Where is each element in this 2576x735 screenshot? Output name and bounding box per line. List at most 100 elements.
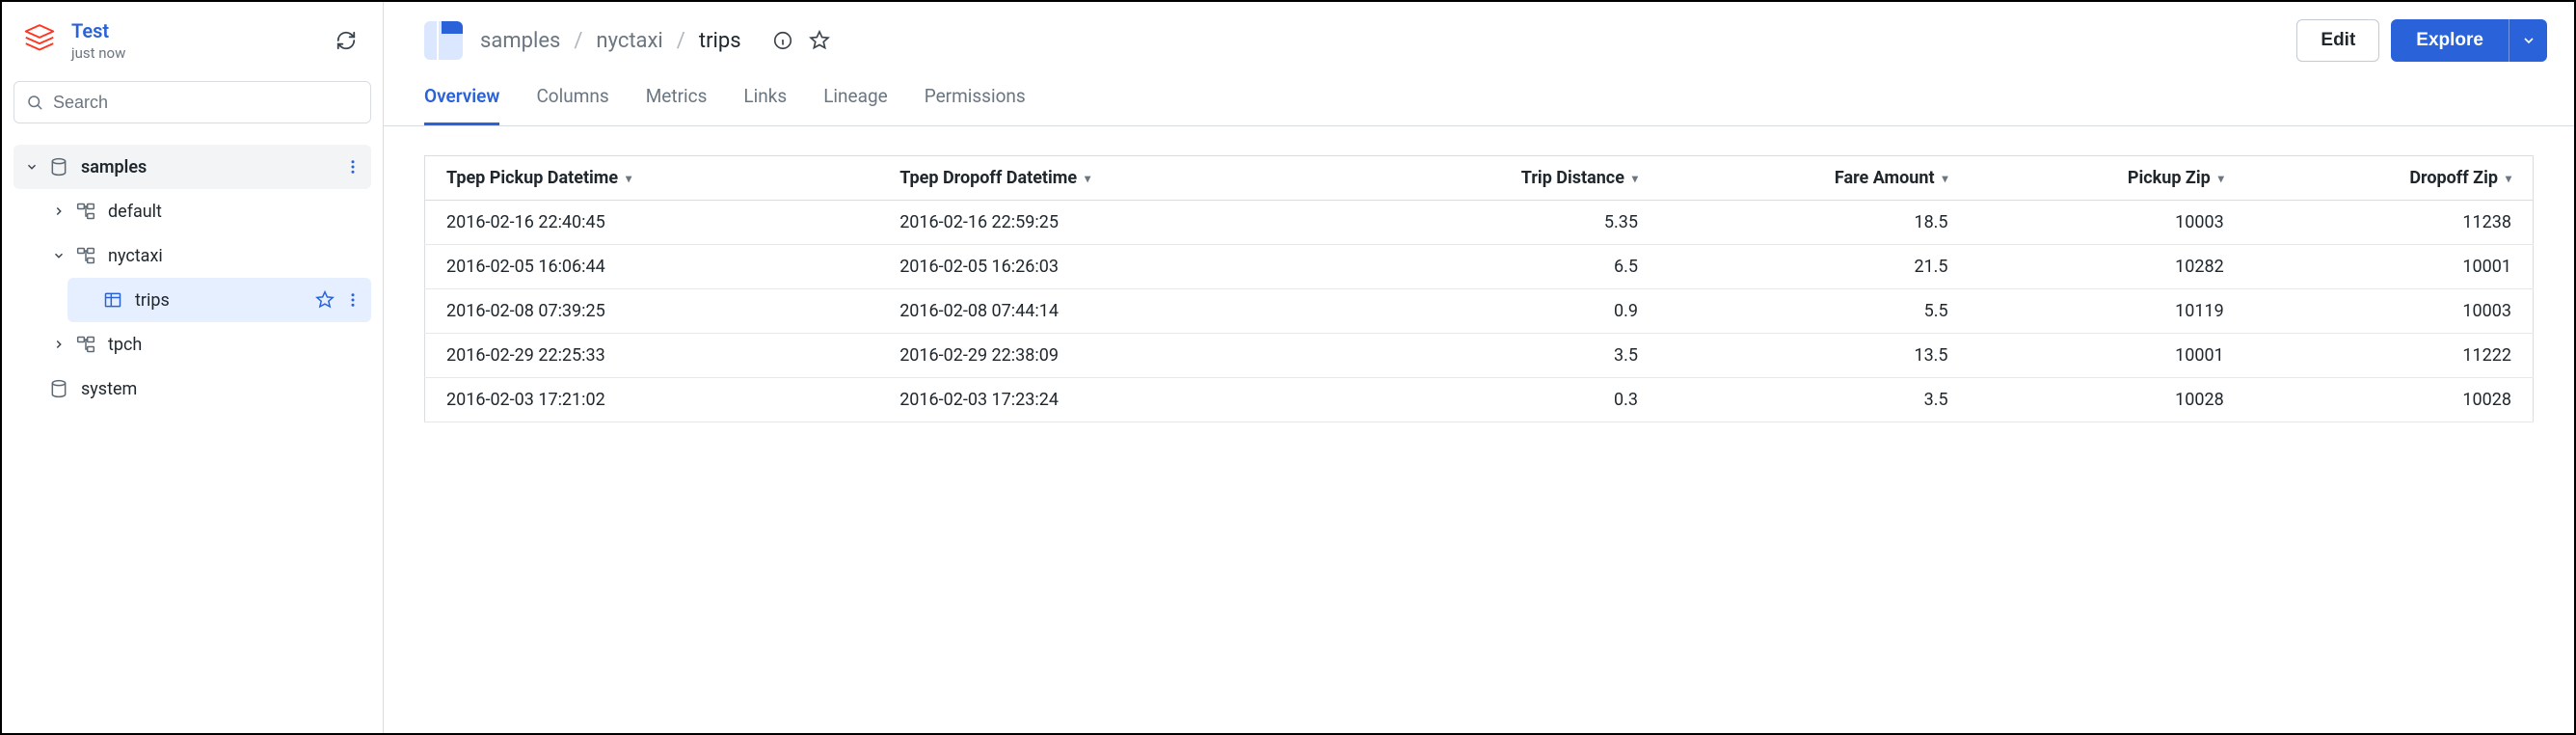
- cell-pickup: 2016-02-08 07:39:25: [425, 289, 879, 334]
- search-icon: [26, 94, 43, 111]
- tree-item-samples[interactable]: samples: [13, 145, 371, 189]
- search-box[interactable]: [13, 81, 371, 123]
- cell-pzip: 10003: [1970, 201, 2245, 245]
- crumb-nyctaxi[interactable]: nyctaxi: [596, 29, 662, 53]
- star-outline-icon[interactable]: [315, 290, 335, 310]
- brand-text: Test just now: [71, 19, 125, 62]
- cell-pickup: 2016-02-05 16:06:44: [425, 245, 879, 289]
- workspace-subtitle: just now: [71, 44, 125, 62]
- cell-pickup: 2016-02-29 22:25:33: [425, 334, 879, 378]
- table-icon: [100, 290, 125, 310]
- tab-overview[interactable]: Overview: [424, 85, 499, 125]
- tree-item-label: samples: [81, 157, 344, 177]
- databricks-logo-icon: [21, 22, 58, 59]
- crumb-samples[interactable]: samples: [480, 29, 560, 53]
- col-header-dropoff[interactable]: Tpep Dropoff Datetime▾: [878, 156, 1342, 201]
- tree-item-label: trips: [135, 290, 315, 311]
- cell-distance: 3.5: [1342, 334, 1659, 378]
- explore-button-group: Explore: [2391, 19, 2547, 62]
- tab-lineage[interactable]: Lineage: [823, 85, 888, 125]
- sort-caret-icon: ▾: [1943, 172, 1948, 185]
- tree-item-label: nyctaxi: [108, 246, 362, 266]
- kebab-menu-icon[interactable]: [344, 158, 362, 176]
- col-header-fare[interactable]: Fare Amount▾: [1659, 156, 1970, 201]
- cell-pickup: 2016-02-03 17:21:02: [425, 378, 879, 422]
- database-icon: [46, 379, 71, 398]
- catalog-tree: samples default nycta: [2, 139, 383, 411]
- cell-pickup: 2016-02-16 22:40:45: [425, 201, 879, 245]
- cell-dzip: 10001: [2245, 245, 2534, 289]
- edit-button[interactable]: Edit: [2296, 19, 2379, 62]
- info-icon[interactable]: [772, 30, 793, 51]
- cell-pzip: 10001: [1970, 334, 2245, 378]
- cell-pzip: 10282: [1970, 245, 2245, 289]
- chevron-down-icon: [2521, 33, 2536, 48]
- cell-dropoff: 2016-02-08 07:44:14: [878, 289, 1342, 334]
- cell-fare: 3.5: [1659, 378, 1970, 422]
- tree-item-trips[interactable]: trips: [67, 278, 371, 322]
- table-row: 2016-02-29 22:25:33 2016-02-29 22:38:09 …: [425, 334, 2534, 378]
- main-header: samples / nyctaxi / trips Edit Explore: [384, 2, 2574, 71]
- sort-caret-icon: ▾: [626, 172, 631, 185]
- sidebar-header: Test just now: [2, 2, 383, 73]
- col-header-label: Pickup Zip: [2128, 168, 2211, 188]
- sort-caret-icon: ▾: [2506, 172, 2511, 185]
- col-header-pickup-zip[interactable]: Pickup Zip ▾: [1970, 156, 2245, 201]
- refresh-button[interactable]: [329, 23, 363, 58]
- refresh-icon: [335, 30, 357, 51]
- cell-distance: 0.9: [1342, 289, 1659, 334]
- schema-icon: [73, 335, 98, 354]
- col-header-dropoff-zip[interactable]: Dropoff Zip▾: [2245, 156, 2534, 201]
- cell-distance: 5.35: [1342, 201, 1659, 245]
- cell-pzip: 10119: [1970, 289, 2245, 334]
- table-glyph-icon: [424, 21, 463, 60]
- search-input[interactable]: [53, 93, 359, 113]
- cell-dropoff: 2016-02-05 16:26:03: [878, 245, 1342, 289]
- main: samples / nyctaxi / trips Edit Explore: [384, 2, 2574, 733]
- col-header-pickup[interactable]: Tpep Pickup Datetime ▾: [425, 156, 879, 201]
- data-preview: Tpep Pickup Datetime ▾ Tpep Dropoff Datet…: [384, 126, 2574, 733]
- tree-item-default[interactable]: default: [40, 189, 371, 233]
- data-table: Tpep Pickup Datetime ▾ Tpep Dropoff Datet…: [424, 155, 2534, 422]
- cell-fare: 5.5: [1659, 289, 1970, 334]
- star-outline-icon[interactable]: [809, 30, 830, 51]
- cell-pzip: 10028: [1970, 378, 2245, 422]
- database-icon: [46, 157, 71, 177]
- crumb-separator: /: [677, 29, 685, 53]
- tree-item-nyctaxi[interactable]: nyctaxi: [40, 233, 371, 278]
- table-row: 2016-02-16 22:40:45 2016-02-16 22:59:25 …: [425, 201, 2534, 245]
- cell-dzip: 10028: [2245, 378, 2534, 422]
- cell-dropoff: 2016-02-16 22:59:25: [878, 201, 1342, 245]
- tab-columns[interactable]: Columns: [536, 85, 608, 125]
- tab-links[interactable]: Links: [743, 85, 787, 125]
- tabs: Overview Columns Metrics Links Lineage P…: [384, 71, 2574, 126]
- tab-metrics[interactable]: Metrics: [646, 85, 708, 125]
- explore-button[interactable]: Explore: [2391, 19, 2509, 62]
- cell-fare: 21.5: [1659, 245, 1970, 289]
- workspace-title[interactable]: Test: [71, 19, 125, 42]
- cell-distance: 0.3: [1342, 378, 1659, 422]
- tree-item-tpch[interactable]: tpch: [40, 322, 371, 367]
- search-wrap: [2, 73, 383, 139]
- col-header-label: Tpep Pickup Datetime: [446, 168, 618, 188]
- cell-dropoff: 2016-02-29 22:38:09: [878, 334, 1342, 378]
- explore-dropdown-button[interactable]: [2509, 19, 2547, 62]
- chevron-right-icon: [50, 338, 67, 351]
- sidebar: Test just now samples: [2, 2, 384, 733]
- header-actions: Edit Explore: [2296, 19, 2547, 62]
- breadcrumb: samples / nyctaxi / trips: [480, 29, 830, 53]
- table-row: 2016-02-08 07:39:25 2016-02-08 07:44:14 …: [425, 289, 2534, 334]
- cell-dzip: 11222: [2245, 334, 2534, 378]
- schema-icon: [73, 202, 98, 221]
- tree-item-label: system: [81, 379, 362, 399]
- table-row: 2016-02-03 17:21:02 2016-02-03 17:23:24 …: [425, 378, 2534, 422]
- sort-caret-icon: ▾: [2218, 172, 2224, 185]
- tab-permissions[interactable]: Permissions: [925, 85, 1026, 125]
- cell-fare: 18.5: [1659, 201, 1970, 245]
- crumb-current: trips: [699, 29, 741, 53]
- tree-item-system[interactable]: system: [13, 367, 371, 411]
- col-header-distance[interactable]: Trip Distance▾: [1342, 156, 1659, 201]
- table-header-row: Tpep Pickup Datetime ▾ Tpep Dropoff Datet…: [425, 156, 2534, 201]
- kebab-menu-icon[interactable]: [344, 291, 362, 309]
- cell-dzip: 11238: [2245, 201, 2534, 245]
